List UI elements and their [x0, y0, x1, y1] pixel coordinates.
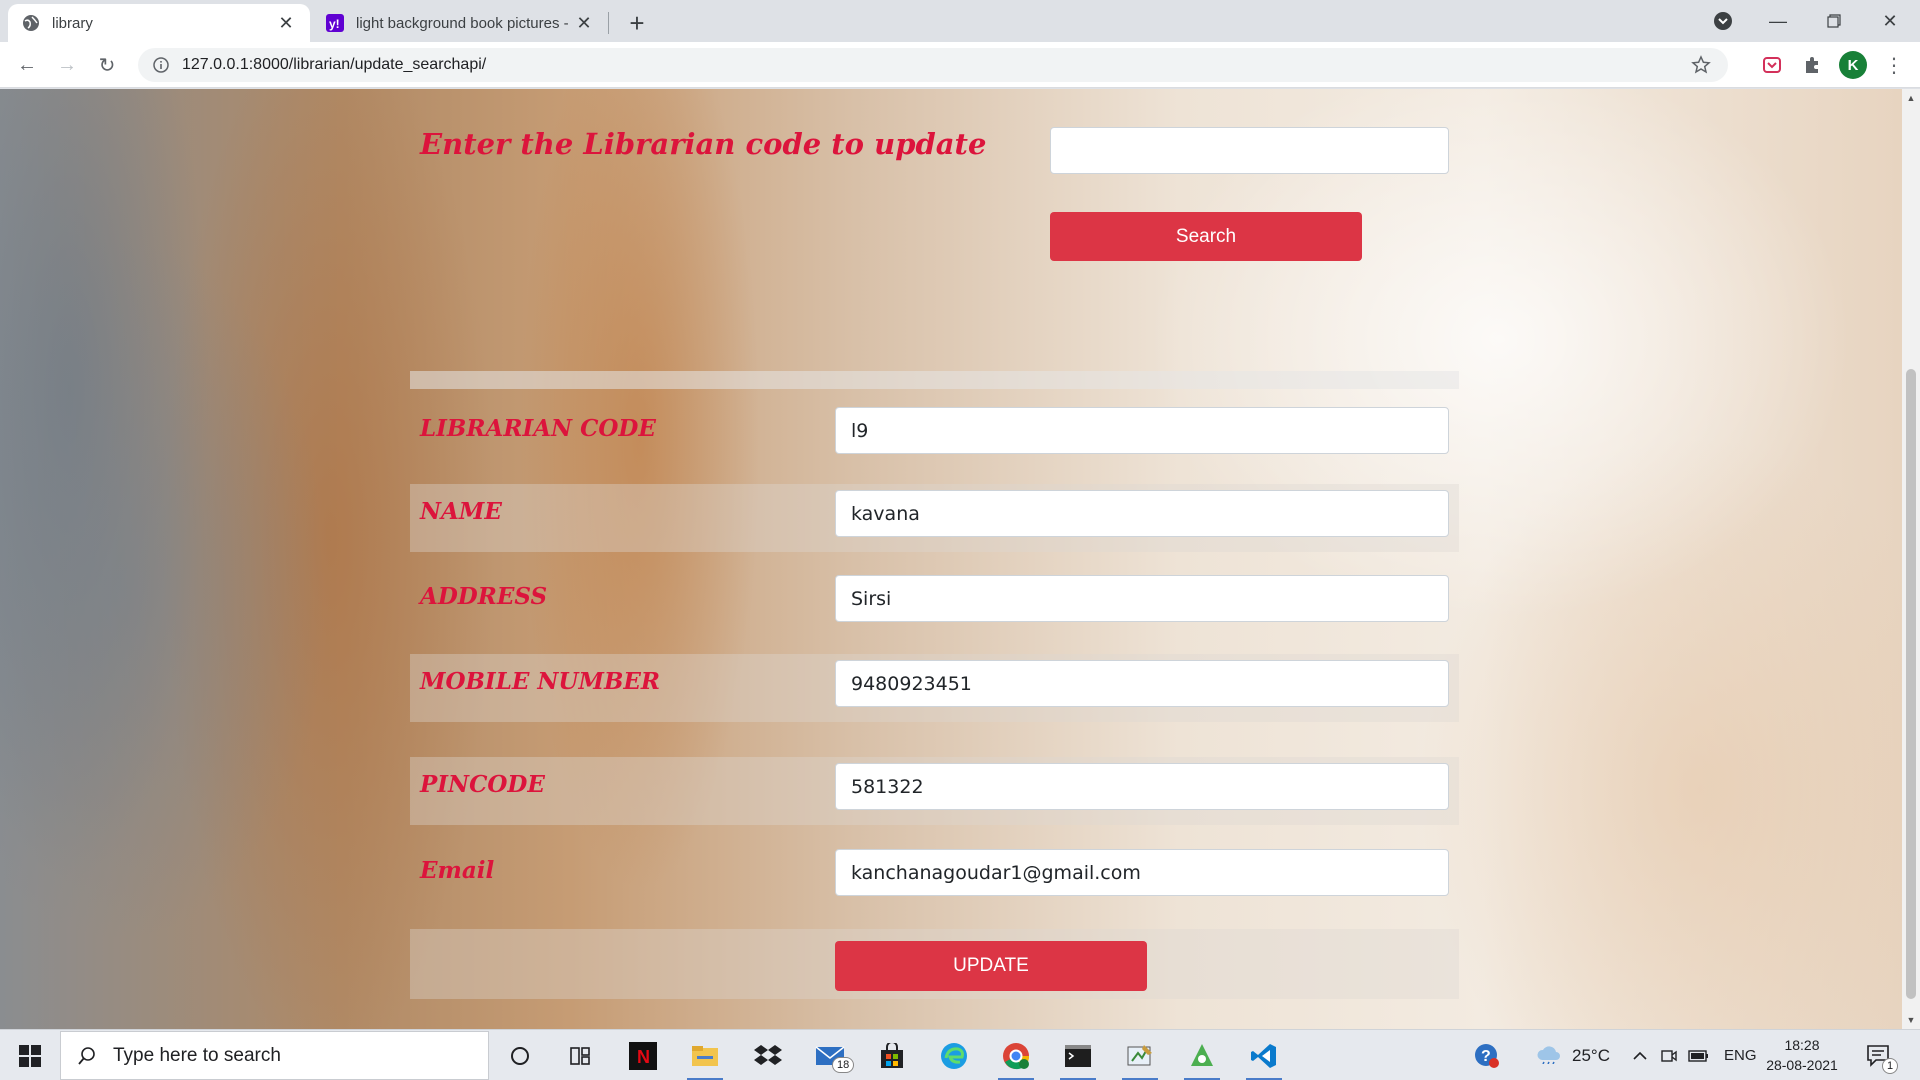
store-icon[interactable]	[872, 1037, 912, 1075]
field-label: Email	[420, 857, 495, 884]
forward-arrow-icon[interactable]: →	[52, 50, 82, 80]
windows-start-icon[interactable]	[10, 1042, 50, 1070]
search-prompt-heading: Enter the Librarian code to update	[420, 127, 987, 161]
mail-icon[interactable]: 18	[810, 1037, 855, 1075]
cortana-icon[interactable]	[500, 1037, 540, 1075]
meet-now-icon[interactable]	[1660, 1030, 1678, 1080]
tab-title: light background book pictures -	[356, 14, 569, 32]
form-row-actions: UPDATE	[410, 929, 1459, 999]
browser-toolbar: ← → ↻ 127.0.0.1:8000/librarian/update_se…	[0, 42, 1920, 88]
task-view-icon[interactable]	[560, 1037, 600, 1075]
field-label: ADDRESS	[420, 583, 548, 610]
paint-icon[interactable]	[1120, 1037, 1160, 1080]
scroll-up-arrow-icon[interactable]: ▲	[1906, 93, 1916, 103]
field-label: LIBRARIAN CODE	[420, 415, 656, 442]
weather-cloud-icon	[1536, 1044, 1562, 1068]
search-icon	[75, 1044, 99, 1068]
tab-library[interactable]: library ✕	[8, 4, 310, 42]
battery-icon[interactable]	[1688, 1030, 1710, 1080]
language-indicator[interactable]: ENG	[1724, 1030, 1757, 1080]
tab-book-pictures[interactable]: y! light background book pictures - ✕	[312, 4, 608, 42]
back-arrow-icon[interactable]: ←	[12, 50, 42, 80]
tab-search-chevron-icon[interactable]	[1710, 8, 1736, 34]
window-close-icon[interactable]: ✕	[1862, 0, 1918, 42]
form-row-email: Email	[410, 843, 1459, 911]
field-label: NAME	[420, 498, 502, 525]
url-text: 127.0.0.1:8000/librarian/update_searchap…	[182, 56, 487, 73]
email-field[interactable]	[835, 849, 1449, 896]
field-label: PINCODE	[420, 771, 545, 798]
netflix-icon[interactable]: N	[623, 1037, 663, 1075]
taskbar-search-box[interactable]: Type here to search	[60, 1031, 489, 1080]
chrome-icon[interactable]	[996, 1037, 1036, 1080]
form-row-mobile-number: MOBILE NUMBER	[410, 654, 1459, 722]
svg-text:N: N	[637, 1047, 650, 1067]
librarian-code-search-input[interactable]	[1050, 127, 1449, 174]
form-row-librarian-code: LIBRARIAN CODE	[410, 401, 1459, 469]
new-tab-plus-icon[interactable]: +	[622, 8, 652, 38]
pocket-extension-icon[interactable]	[1760, 53, 1784, 77]
scroll-down-arrow-icon[interactable]: ▼	[1906, 1015, 1916, 1025]
taskbar-clock[interactable]: 18:28 28-08-2021	[1766, 1035, 1838, 1075]
address-bar[interactable]: 127.0.0.1:8000/librarian/update_searchap…	[138, 48, 1728, 82]
clock-date: 28-08-2021	[1766, 1057, 1838, 1073]
scrollbar-thumb[interactable]	[1906, 369, 1916, 999]
taskbar-search-placeholder: Type here to search	[113, 1044, 281, 1066]
help-tray-icon[interactable]: ?	[1474, 1030, 1500, 1080]
browser-tab-strip: library ✕ y! light background book pictu…	[0, 0, 1920, 42]
weather-widget[interactable]: 25°C	[1536, 1030, 1610, 1080]
form-row-pincode: PINCODE	[410, 757, 1459, 825]
site-info-icon[interactable]	[152, 56, 170, 74]
show-hidden-icons-chevron-icon[interactable]	[1632, 1030, 1648, 1080]
close-icon[interactable]: ✕	[276, 13, 296, 33]
mail-badge-count: 18	[832, 1057, 855, 1073]
file-explorer-icon[interactable]	[685, 1037, 725, 1080]
windows-taskbar: Type here to search N 18 ? 25°C ENG 18:2…	[0, 1029, 1920, 1080]
restore-icon[interactable]	[1806, 0, 1862, 42]
form-top-bar	[410, 371, 1459, 389]
minimize-icon[interactable]: —	[1750, 0, 1806, 42]
name-field[interactable]	[835, 490, 1449, 537]
edge-icon[interactable]	[934, 1037, 974, 1075]
tab-title: library	[52, 14, 93, 32]
page-content: Enter the Librarian code to update Searc…	[0, 89, 1902, 1029]
profile-avatar[interactable]: K	[1839, 51, 1867, 79]
green-app-icon[interactable]	[1182, 1037, 1222, 1080]
update-form: LIBRARIAN CODE NAME ADDRESS MOBILE NUMBE…	[410, 371, 1459, 1009]
vertical-scrollbar[interactable]: ▲ ▼	[1902, 89, 1920, 1029]
form-row-address: ADDRESS	[410, 569, 1459, 637]
notification-count: 1	[1882, 1058, 1899, 1074]
bookmark-star-icon[interactable]	[1690, 54, 1712, 76]
svg-text:y!: y!	[329, 17, 340, 31]
yahoo-icon: y!	[326, 14, 344, 32]
librarian-code-field[interactable]	[835, 407, 1449, 454]
pincode-field[interactable]	[835, 763, 1449, 810]
search-button[interactable]: Search	[1050, 212, 1362, 261]
weather-temperature: 25°C	[1572, 1045, 1610, 1065]
vscode-icon[interactable]	[1244, 1037, 1284, 1080]
address-field[interactable]	[835, 575, 1449, 622]
kebab-menu-icon[interactable]: ⋮	[1882, 53, 1906, 77]
form-row-name: NAME	[410, 484, 1459, 552]
dropbox-icon[interactable]	[748, 1037, 788, 1075]
terminal-icon[interactable]	[1058, 1037, 1098, 1080]
reload-icon[interactable]: ↻	[92, 50, 122, 80]
update-button[interactable]: UPDATE	[835, 941, 1147, 991]
extensions-puzzle-icon[interactable]	[1800, 53, 1824, 77]
mobile-number-field[interactable]	[835, 660, 1449, 707]
notification-center-icon[interactable]: 1	[1866, 1030, 1899, 1080]
field-label: MOBILE NUMBER	[420, 668, 661, 695]
close-icon[interactable]: ✕	[574, 13, 594, 33]
clock-time: 18:28	[1784, 1037, 1820, 1053]
globe-icon	[22, 14, 40, 32]
tab-divider	[608, 12, 609, 34]
